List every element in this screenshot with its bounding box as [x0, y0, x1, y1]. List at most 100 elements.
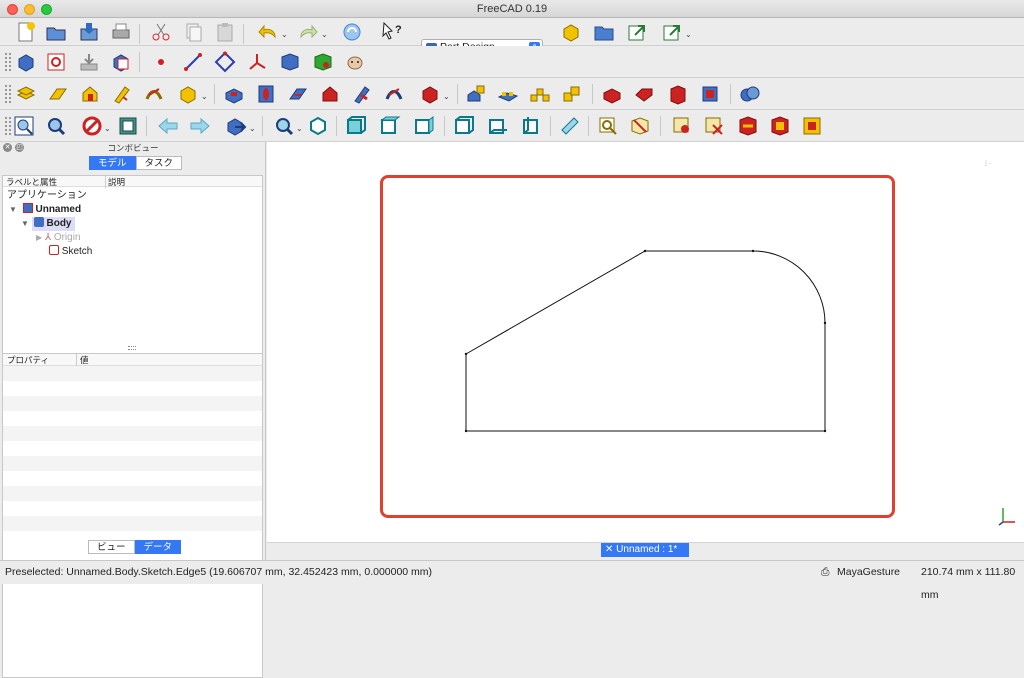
multitransform-icon[interactable]	[560, 82, 584, 106]
mirrored-icon[interactable]	[464, 82, 488, 106]
property-header-value[interactable]: 値	[76, 354, 89, 366]
sketch-geometry[interactable]	[267, 142, 1024, 542]
clone-icon[interactable]	[343, 50, 367, 74]
sketch-view-icon[interactable]	[596, 114, 620, 138]
link-icon[interactable]	[625, 20, 649, 44]
additive-helix-icon[interactable]	[142, 82, 166, 106]
tree-item-body[interactable]: ▼ Body	[21, 217, 76, 231]
right-view-icon[interactable]	[412, 114, 436, 138]
toolbar-grip[interactable]	[5, 85, 11, 103]
save-document-icon[interactable]	[77, 20, 101, 44]
3d-view[interactable]: ⋮·	[267, 142, 1024, 542]
cut-icon[interactable]	[149, 20, 173, 44]
datum-plane-icon[interactable]	[213, 50, 237, 74]
subtractive-loft-icon[interactable]	[318, 82, 342, 106]
fit-selection-icon[interactable]	[44, 114, 68, 138]
open-document-icon[interactable]	[44, 20, 68, 44]
subtractive-pipe-icon[interactable]	[350, 82, 374, 106]
left-view-icon[interactable]	[520, 114, 544, 138]
pocket-icon[interactable]	[222, 82, 246, 106]
refresh-icon[interactable]	[340, 20, 364, 44]
property-header-name[interactable]: プロパティ	[7, 354, 49, 366]
tab-model[interactable]: モデル	[89, 156, 136, 170]
toolbar-grip[interactable]	[5, 53, 11, 71]
local-coordinate-system-icon[interactable]	[245, 50, 269, 74]
measure-distance-icon[interactable]	[558, 114, 582, 138]
subtractive-primitive-icon[interactable]	[418, 82, 442, 106]
whats-this-icon[interactable]: ?	[380, 20, 404, 44]
datum-point-icon[interactable]	[149, 50, 173, 74]
view-section-icon[interactable]	[628, 114, 652, 138]
close-tab-icon[interactable]: ✕	[605, 544, 613, 555]
rear-view-icon[interactable]	[452, 114, 476, 138]
print-icon[interactable]	[109, 20, 133, 44]
validate-sketch-icon[interactable]	[109, 50, 133, 74]
forward-arrow-icon[interactable]	[188, 114, 212, 138]
additive-pipe-icon[interactable]	[110, 82, 134, 106]
sketch-tool-e-icon[interactable]	[800, 114, 824, 138]
datum-line-icon[interactable]	[181, 50, 205, 74]
shape-binder-icon[interactable]	[278, 50, 302, 74]
tab-tasks[interactable]: タスク	[135, 156, 183, 170]
hole-icon[interactable]	[254, 82, 278, 106]
thickness-icon[interactable]	[698, 82, 722, 106]
fit-all-icon[interactable]	[12, 114, 36, 138]
back-arrow-icon[interactable]	[156, 114, 180, 138]
draft-icon[interactable]	[666, 82, 690, 106]
sketch-tool-a-icon[interactable]	[670, 114, 694, 138]
top-view-icon[interactable]	[378, 114, 402, 138]
toolbar-grip[interactable]	[5, 117, 11, 135]
isometric-view-icon[interactable]	[306, 114, 330, 138]
link-actions-dropdown-icon[interactable]: ⌄	[685, 30, 692, 39]
bottom-view-icon[interactable]	[486, 114, 510, 138]
linear-pattern-icon[interactable]	[496, 82, 520, 106]
send-to-python-icon[interactable]	[224, 114, 248, 138]
revolution-icon[interactable]	[46, 82, 70, 106]
draw-style-dropdown-icon[interactable]: ⌄	[104, 124, 111, 133]
additive-primitive-icon[interactable]	[176, 82, 200, 106]
tree-item-sketch[interactable]: Sketch	[49, 245, 92, 259]
sketch-tool-d-icon[interactable]	[768, 114, 792, 138]
polar-pattern-icon[interactable]	[528, 82, 552, 106]
additive-loft-icon[interactable]	[78, 82, 102, 106]
tree-header-label[interactable]: ラベルと属性	[6, 176, 57, 188]
create-group-icon[interactable]	[592, 20, 616, 44]
create-body-icon[interactable]	[14, 50, 38, 74]
link-actions-icon[interactable]	[660, 20, 684, 44]
splitter-handle[interactable]	[128, 346, 136, 350]
subshape-binder-icon[interactable]	[311, 50, 335, 74]
document-tab[interactable]: ✕ Unnamed : 1*	[601, 543, 689, 557]
boolean-operation-icon[interactable]	[738, 82, 762, 106]
expand-arrow-icon[interactable]: ▶	[36, 233, 42, 242]
sketch-tool-c-icon[interactable]	[736, 114, 760, 138]
fillet-icon[interactable]	[600, 82, 624, 106]
undo-dropdown-icon[interactable]: ⌄	[281, 30, 288, 39]
create-part-icon[interactable]	[559, 20, 583, 44]
new-document-icon[interactable]	[14, 20, 38, 44]
subtractive-primitive-dropdown-icon[interactable]: ⌄	[443, 92, 450, 101]
expand-arrow-icon[interactable]: ▼	[9, 205, 17, 214]
navigation-cube-icon[interactable]: ⋮·	[983, 160, 1003, 180]
subtractive-helix-icon[interactable]	[382, 82, 406, 106]
undo-icon[interactable]	[256, 20, 280, 44]
tab-view[interactable]: ビュー	[88, 540, 135, 554]
standard-views-dropdown-icon[interactable]: ⌄	[296, 124, 303, 133]
create-sketch-icon[interactable]	[44, 50, 68, 74]
additive-primitive-dropdown-icon[interactable]: ⌄	[201, 92, 208, 101]
tree-header-description[interactable]: 説明	[105, 176, 125, 188]
redo-dropdown-icon[interactable]: ⌄	[321, 30, 328, 39]
pad-icon[interactable]	[14, 82, 38, 106]
draw-style-icon[interactable]	[80, 114, 104, 138]
close-panel-icon[interactable]: ✕	[3, 143, 12, 152]
tree-item-unnamed[interactable]: ▼ Unnamed	[9, 203, 81, 217]
chamfer-icon[interactable]	[632, 82, 656, 106]
paste-icon[interactable]	[213, 20, 237, 44]
send-to-python-dropdown-icon[interactable]: ⌄	[249, 124, 256, 133]
sketch-tool-b-icon[interactable]	[702, 114, 726, 138]
navigation-style-button[interactable]: MayaGesture	[837, 561, 900, 584]
front-view-icon[interactable]	[344, 114, 368, 138]
attachment-icon[interactable]	[77, 50, 101, 74]
tree-item-origin[interactable]: ▶ ⅄ Origin	[36, 231, 81, 245]
copy-icon[interactable]	[181, 20, 205, 44]
groove-icon[interactable]	[286, 82, 310, 106]
